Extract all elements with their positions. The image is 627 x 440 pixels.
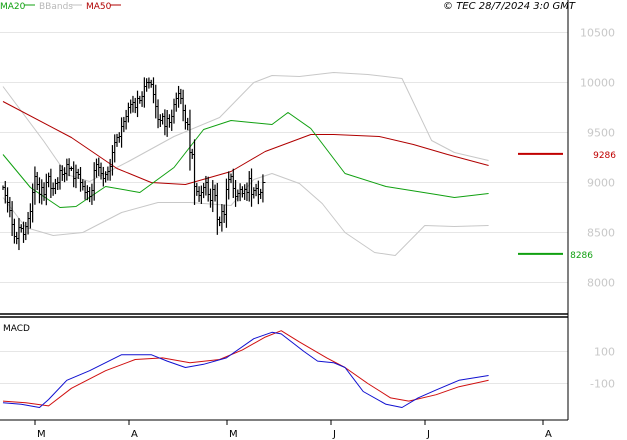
resistance-label: 9286 xyxy=(593,151,616,161)
price-tick-label: 10000 xyxy=(580,77,615,90)
macd-panel-label: MACD xyxy=(3,324,30,334)
price-tick-label: 9500 xyxy=(587,127,615,140)
price-tick-label: 8500 xyxy=(587,227,615,240)
price-tick-label: 10500 xyxy=(580,27,615,40)
price-tick-label: 9000 xyxy=(587,177,615,190)
support-label: 8286 xyxy=(570,251,593,261)
stock-chart: 9286 8286 8000 8500 9000 9500 10000 10500 100 -… xyxy=(0,0,627,440)
macd-tick-label: -100 xyxy=(590,378,615,391)
copyright-text: © TEC 28/7/2024 3:0 GMT xyxy=(443,1,576,12)
legend-ma20-label: MA20 xyxy=(0,2,26,12)
x-tick-label: M xyxy=(37,429,46,440)
x-tick-label: J xyxy=(426,429,430,440)
x-tick-label: J xyxy=(332,429,336,440)
legend-ma50-label: MA50 xyxy=(86,2,112,12)
chart-background xyxy=(0,0,627,440)
x-tick-label: M xyxy=(229,429,238,440)
macd-tick-label: 100 xyxy=(594,346,615,359)
legend-bbands-label: BBands xyxy=(39,2,73,12)
x-tick-label: A xyxy=(545,429,552,440)
x-tick-label: A xyxy=(131,429,138,440)
price-tick-label: 8000 xyxy=(587,277,615,290)
